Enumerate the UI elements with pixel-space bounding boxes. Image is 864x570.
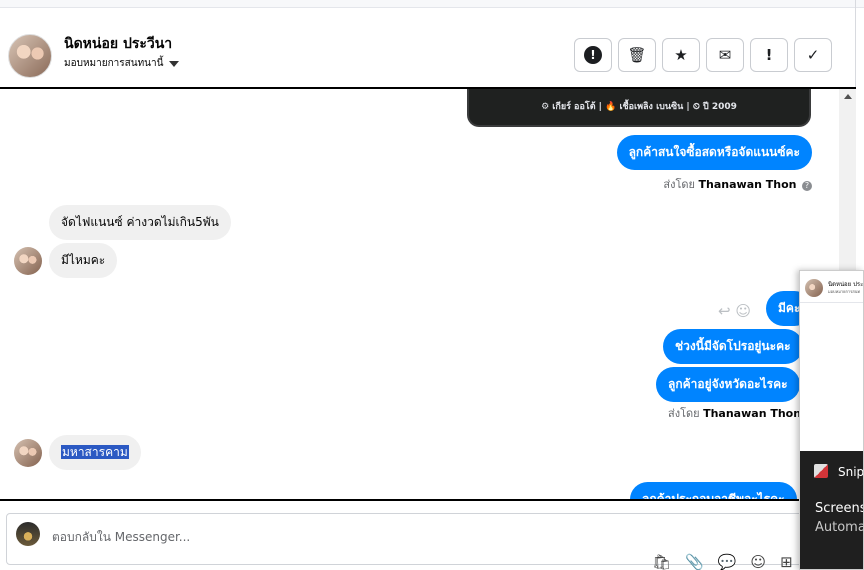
message-incoming[interactable]: มีไหมคะ <box>49 243 118 278</box>
attachment-icon[interactable]: 📎 <box>685 553 704 570</box>
mark-unread-button[interactable]: ✉ <box>706 38 744 72</box>
shopping-bag-icon[interactable]: 🛍 <box>652 553 671 570</box>
snip-title: Snip <box>838 465 864 479</box>
message-actions: ↩ ☺ <box>718 302 751 320</box>
snipping-tool-icon <box>814 464 828 478</box>
snip-line2: Automa <box>815 520 864 535</box>
sent-by-prefix: ส่งโดย <box>668 407 700 420</box>
caret-down-icon <box>169 60 180 67</box>
sent-by-prefix: ส่งโดย <box>663 178 696 191</box>
message-thread[interactable]: ⚙ เกียร์ ออโต้ | 🔥 เชื้อเพลิง เบนซิน | ⏲… <box>0 87 856 501</box>
assign-label: มอบหมายการสนทนานี้ <box>64 58 164 69</box>
conversation-header: นิดหน่อย ประวีนา มอบหมายการสนทนานี้ ! 🗑 … <box>0 8 855 88</box>
composer-tools: 🛍 📎 💬 ☺ ⊞ <box>652 553 793 570</box>
avatar <box>805 279 823 297</box>
star-button[interactable]: ★ <box>662 38 700 72</box>
message-incoming[interactable]: จัดไฟแนนซ์ ค่างวดไม่เกิน5พัน <box>49 205 231 240</box>
popup-header: นิดหน่อย ประ มอบหมายการสนท <box>800 271 863 303</box>
more-icon[interactable]: ⊞ <box>780 553 793 570</box>
popup-sub: มอบหมายการสนท <box>828 289 861 294</box>
message-outgoing[interactable]: ลูกค้าสนใจซื้อสดหรือจัดแนนซ์คะ <box>616 135 812 170</box>
scroll-up-icon[interactable] <box>844 94 852 99</box>
react-icon[interactable]: ☺ <box>735 302 751 320</box>
sent-by-label: ส่งโดย Thanawan Thon ? <box>663 175 812 193</box>
top-strip <box>0 0 864 8</box>
sent-by-label: ส่งโดย Thanawan Thon <box>668 404 801 422</box>
vehicle-specs: ⚙ เกียร์ ออโต้ | 🔥 เชื้อเพลิง เบนซิน | ⏲… <box>541 102 737 112</box>
divider <box>855 0 856 88</box>
sender-name: Thanawan Thon <box>698 178 797 191</box>
message-outgoing[interactable]: ช่วงนี้มีจัดโปรอยู่นะคะ <box>663 329 803 364</box>
help-icon[interactable]: ? <box>802 181 812 191</box>
delete-button[interactable]: 🗑 <box>618 38 656 72</box>
sender-name: Thanawan Thon <box>703 407 802 420</box>
trash-icon: 🗑 <box>627 46 647 64</box>
selected-text: มหาสารคาม <box>61 445 129 459</box>
reply-placeholder: ตอบกลับใน Messenger... <box>52 530 191 544</box>
contact-name: นิดหน่อย ประวีนา <box>64 36 173 52</box>
vehicle-card[interactable]: ⚙ เกียร์ ออโต้ | 🔥 เชื้อเพลิง เบนซิน | ⏲… <box>467 89 811 127</box>
message-outgoing[interactable]: ลูกค้าประกอบอาชีพอะไรคะ <box>630 482 797 499</box>
header-actions: ! 🗑 ★ ✉ ! ✓ <box>574 38 832 72</box>
reply-icon[interactable]: ↩ <box>718 302 731 320</box>
page-avatar <box>16 522 40 546</box>
message-incoming[interactable]: มหาสารคาม <box>49 435 141 470</box>
star-icon: ★ <box>674 46 688 64</box>
saved-reply-icon[interactable]: 💬 <box>718 553 737 570</box>
mark-done-button[interactable]: ✓ <box>794 38 832 72</box>
avatar <box>14 247 42 275</box>
envelope-icon: ✉ <box>718 46 732 64</box>
snipping-popup[interactable]: นิดหน่อย ประ มอบหมายการสนท Snip Screensh… <box>799 270 864 570</box>
emoji-icon[interactable]: ☺ <box>750 553 766 570</box>
alert-circle-icon: ! <box>584 46 602 64</box>
avatar <box>14 439 42 467</box>
avatar[interactable] <box>8 34 52 78</box>
snip-notification[interactable]: Snip Screensh Automa <box>800 451 864 569</box>
snip-line1: Screensh <box>815 501 863 516</box>
message-outgoing[interactable]: ลูกค้าอยู่จังหวัดอะไรคะ <box>656 367 800 402</box>
exclamation-icon: ! <box>765 46 773 64</box>
report-button[interactable]: ! <box>574 38 612 72</box>
assign-conversation-dropdown[interactable]: มอบหมายการสนทนานี้ <box>64 56 180 71</box>
follow-up-button[interactable]: ! <box>750 38 788 72</box>
composer: ตอบกลับใน Messenger... 🛍 📎 💬 ☺ ⊞ <box>0 501 864 570</box>
check-icon: ✓ <box>806 46 820 64</box>
